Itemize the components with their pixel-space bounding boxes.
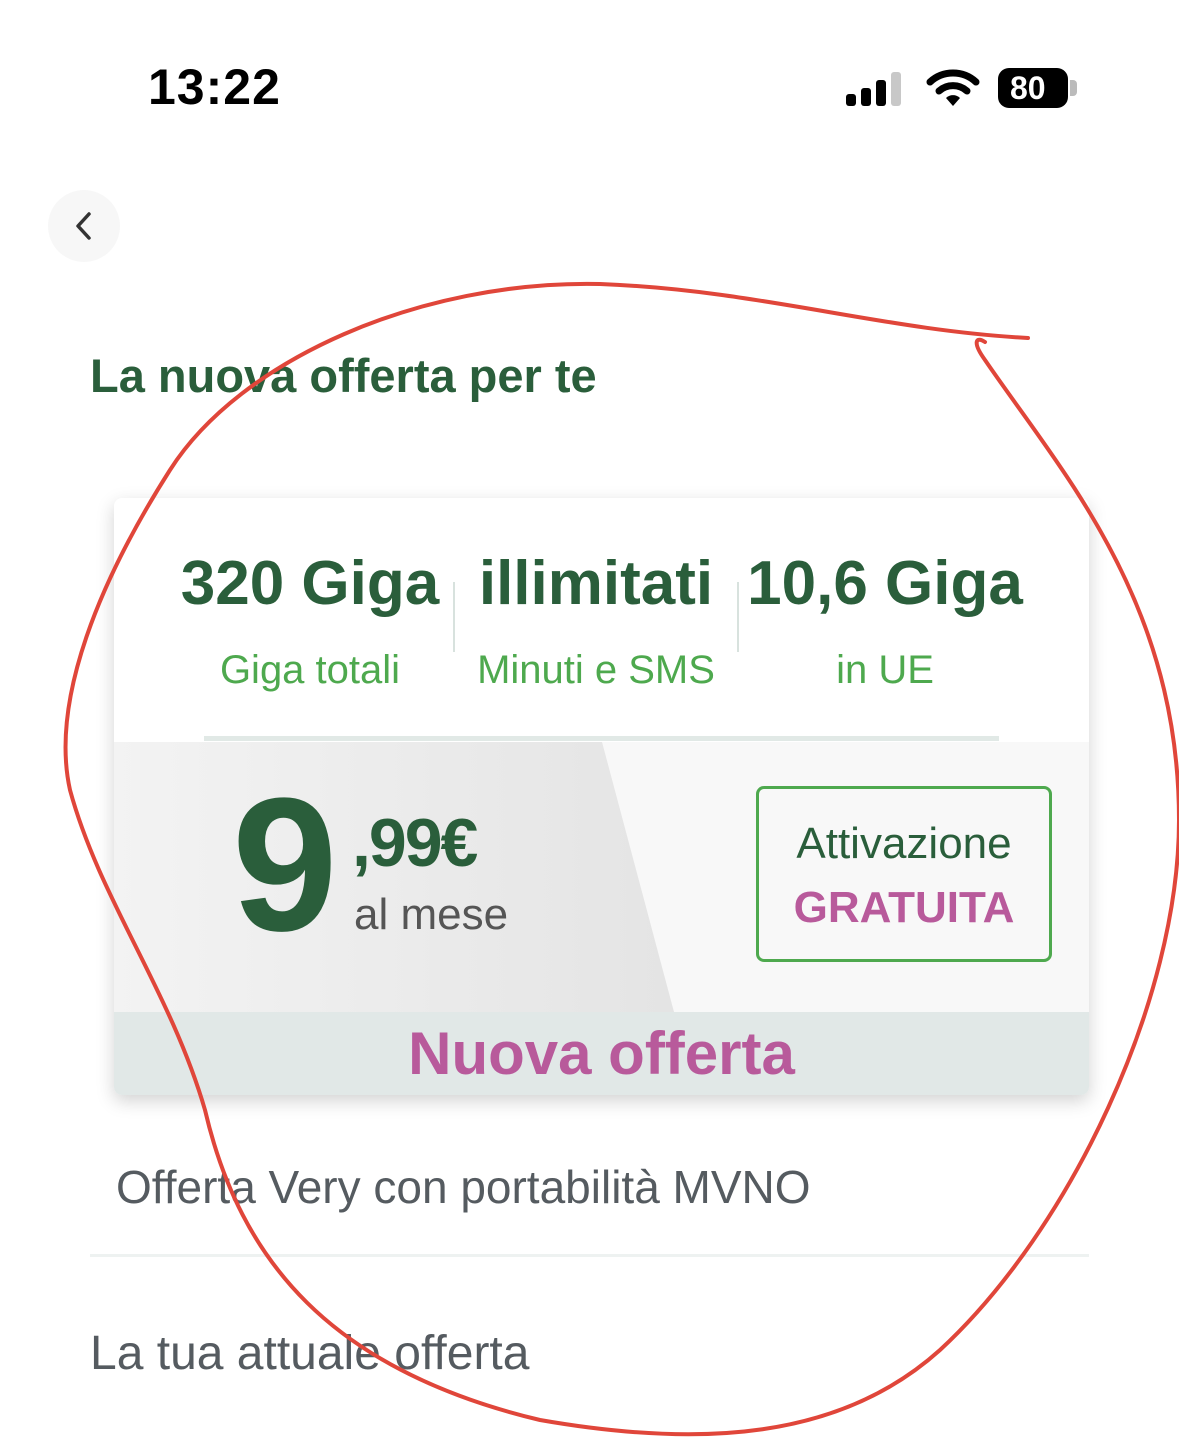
cellular-signal-icon	[846, 70, 906, 106]
activation-label: Attivazione	[796, 819, 1012, 868]
feature-divider	[453, 582, 455, 652]
new-offer-label: Nuova offerta	[408, 1020, 795, 1087]
feature-divider	[737, 582, 739, 652]
feature-value: 10,6 Giga	[747, 549, 1023, 618]
price-decimal: ,99€	[352, 805, 478, 881]
new-offer-band: Nuova offerta	[114, 1012, 1089, 1095]
current-offer-link[interactable]: La tua attuale offerta	[90, 1326, 529, 1381]
back-button[interactable]	[48, 190, 120, 262]
feature-minutes: illimitati Minuti e SMS	[456, 548, 736, 693]
page-title: La nuova offerta per te	[90, 349, 597, 402]
chevron-left-icon	[76, 212, 91, 240]
feature-eu-data: 10,6 Giga in UE	[742, 548, 1028, 693]
card-divider	[204, 736, 999, 741]
offer-card[interactable]: 320 Giga Giga totali illimitati Minuti e…	[114, 498, 1089, 1095]
battery-tip	[1070, 80, 1077, 96]
battery-icon: 80	[998, 68, 1068, 108]
activation-badge: Attivazione GRATUITA	[756, 786, 1052, 962]
status-time: 13:22	[148, 59, 281, 115]
feature-label: Minuti e SMS	[477, 648, 715, 692]
feature-label: in UE	[836, 648, 934, 692]
feature-data: 320 Giga Giga totali	[172, 548, 448, 693]
feature-label: Giga totali	[219, 648, 401, 692]
wifi-icon	[926, 68, 980, 108]
section-divider	[90, 1254, 1089, 1257]
offer-subtitle: Offerta Very con portabilità MVNO	[116, 1161, 811, 1213]
feature-value: 320 Giga	[180, 549, 440, 618]
activation-free: GRATUITA	[793, 883, 1015, 932]
price-unit: al mese	[354, 890, 509, 939]
price-section: 9 ,99€ al mese Attivazione GRATUITA	[114, 742, 1089, 1012]
feature-value: illimitati	[478, 549, 714, 618]
price-integer: 9	[232, 759, 338, 971]
